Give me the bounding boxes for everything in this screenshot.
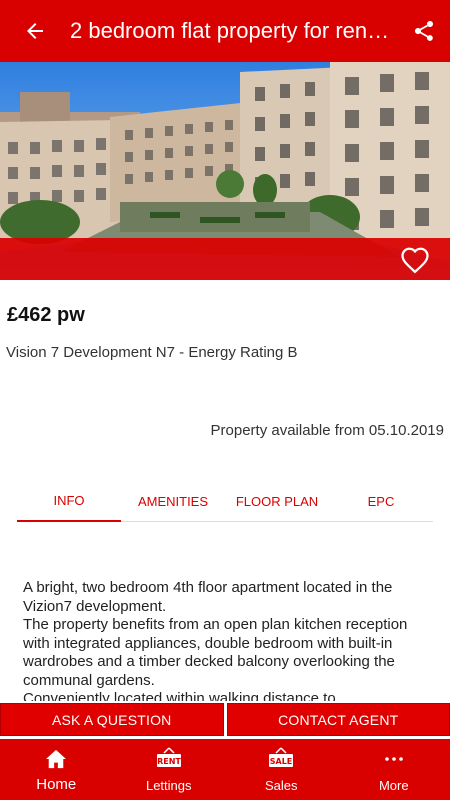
availability-date: Property available from 05.10.2019: [210, 422, 444, 439]
address: Vision 7 Development N7 - Energy Rating …: [6, 344, 298, 361]
nav-home[interactable]: Home: [0, 739, 113, 800]
heart-outline-icon: [401, 247, 429, 274]
tab-epc[interactable]: EPC: [329, 480, 433, 522]
page-title: 2 bedroom flat property for rent in Visi…: [70, 18, 398, 43]
courtyard-photo: [0, 62, 450, 280]
rent-sign-icon: RENT: [156, 747, 181, 767]
tab-floor-plan-label: FLOOR PLAN: [235, 493, 319, 509]
tab-bar: INFO AMENITIES FLOOR PLAN EPC: [17, 480, 433, 522]
svg-text:RENT: RENT: [157, 757, 181, 766]
arrow-left-icon: [27, 23, 43, 39]
tab-floor-plan[interactable]: FLOOR PLAN: [225, 480, 329, 522]
tab-amenities[interactable]: AMENITIES: [121, 480, 225, 522]
tab-info-label: INFO: [53, 492, 85, 508]
favorite-button[interactable]: [398, 244, 432, 276]
action-buttons: ASK A QUESTION CONTACT AGENT: [0, 703, 450, 738]
nav-lettings-label: Lettings: [145, 778, 192, 793]
nav-more-label: More: [378, 778, 409, 793]
nav-more[interactable]: More: [338, 739, 450, 800]
tab-amenities-label: AMENITIES: [137, 493, 209, 509]
share-icon: [415, 21, 433, 41]
property-photo[interactable]: [0, 62, 450, 280]
back-button[interactable]: [0, 0, 70, 62]
svg-text:SALE: SALE: [270, 757, 293, 766]
description-paragraph: Conveniently located within walking dist…: [23, 690, 336, 701]
share-button[interactable]: [398, 0, 450, 62]
nav-sales[interactable]: SALE Sales: [225, 739, 338, 800]
bottom-navigation: Home RENT Lettings SALE Sales More: [0, 739, 450, 800]
description-paragraph: A bright, two bedroom 4th floor apartmen…: [23, 579, 393, 615]
description-paragraph: The property benefits from an open plan …: [23, 616, 408, 689]
sale-sign-icon: SALE: [269, 747, 294, 767]
ask-question-button[interactable]: ASK A QUESTION: [0, 703, 224, 736]
property-description: A bright, two bedroom 4th floor apartmen…: [23, 579, 433, 701]
home-icon: [46, 749, 67, 769]
nav-sales-label: Sales: [264, 778, 298, 793]
more-dots-icon: [384, 757, 403, 761]
tab-epc-label: EPC: [367, 493, 395, 509]
contact-agent-button[interactable]: CONTACT AGENT: [226, 703, 450, 736]
nav-lettings[interactable]: RENT Lettings: [113, 739, 226, 800]
tab-info[interactable]: INFO: [17, 480, 121, 522]
app-bar: 2 bedroom flat property for rent in Visi…: [0, 0, 450, 62]
nav-home-label: Home: [36, 776, 77, 793]
price: £462 pw: [7, 304, 85, 326]
